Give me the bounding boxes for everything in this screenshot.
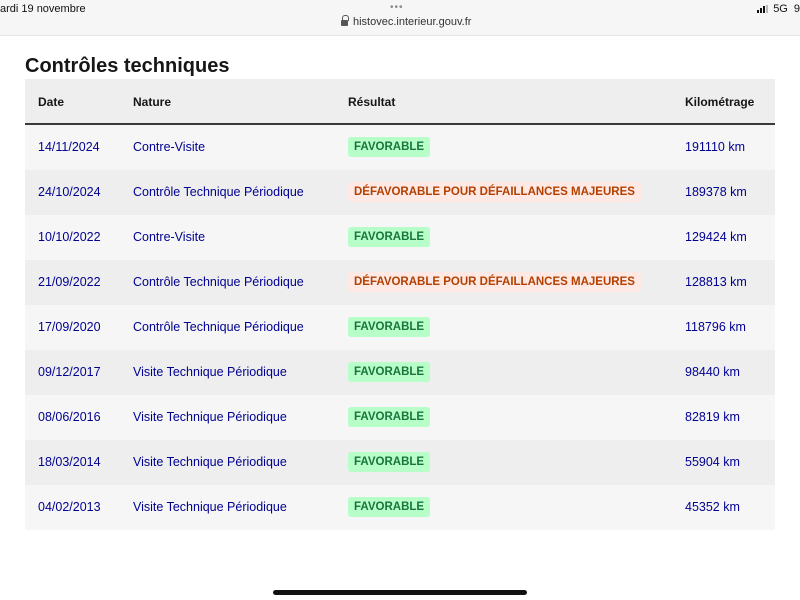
battery-level: 9 <box>793 3 800 15</box>
table-row: 14/11/2024 Contre-Visite FAVORABLE 191110 k… <box>25 125 775 170</box>
header-result: Résultat <box>348 95 396 109</box>
result-badge: FAVORABLE <box>348 452 431 472</box>
cell-date: 17/09/2020 <box>38 320 101 334</box>
network-label: 5G <box>773 3 788 15</box>
result-badge: FAVORABLE <box>348 407 431 427</box>
table-header: Date Nature Résultat Kilométrage <box>25 79 775 125</box>
table-row: 04/02/2013 Visite Technique Périodique FAV… <box>25 485 775 530</box>
lock-icon <box>341 15 349 26</box>
cell-nature: Contrôle Technique Périodique <box>133 185 304 199</box>
table-row: 18/03/2014 Visite Technique Périodique FAV… <box>25 440 775 485</box>
cell-date: 18/03/2014 <box>38 455 101 469</box>
result-badge: FAVORABLE <box>348 317 431 337</box>
cellular-signal-icon <box>757 5 769 13</box>
result-badge: DÉFAVORABLE POUR DÉFAILLANCES MAJEURES <box>348 182 641 202</box>
cell-date: 10/10/2022 <box>38 230 101 244</box>
cell-mileage: 189378 km <box>685 185 747 199</box>
address-bar[interactable]: histovec.interieur.gouv.fr <box>341 15 472 28</box>
table-body: 14/11/2024 Contre-Visite FAVORABLE 191110 k… <box>25 125 775 530</box>
cell-nature: Visite Technique Périodique <box>133 455 287 469</box>
status-indicators: 5G 9 <box>757 3 800 15</box>
result-badge: DÉFAVORABLE POUR DÉFAILLANCES MAJEURES <box>348 272 641 292</box>
ellipsis-icon[interactable]: ••• <box>390 2 404 13</box>
table-row: 08/06/2016 Visite Technique Périodique FAV… <box>25 395 775 440</box>
cell-date: 08/06/2016 <box>38 410 101 424</box>
cell-nature: Visite Technique Périodique <box>133 410 287 424</box>
browser-status-bar: ardi 19 novembre ••• histovec.interieur.… <box>0 0 800 36</box>
home-indicator[interactable] <box>273 590 527 595</box>
table-row: 09/12/2017 Visite Technique Périodique FAV… <box>25 350 775 395</box>
cell-mileage: 55904 km <box>685 455 740 469</box>
table-row: 24/10/2024 Contrôle Technique Périodique D… <box>25 170 775 215</box>
cell-mileage: 128813 km <box>685 275 747 289</box>
url-text: histovec.interieur.gouv.fr <box>353 16 472 28</box>
table-row: 10/10/2022 Contre-Visite FAVORABLE 129424 k… <box>25 215 775 260</box>
table-row: 21/09/2022 Contrôle Technique Périodique D… <box>25 260 775 305</box>
cell-nature: Visite Technique Périodique <box>133 365 287 379</box>
cell-date: 24/10/2024 <box>38 185 101 199</box>
cell-mileage: 118796 km <box>685 320 746 334</box>
result-badge: FAVORABLE <box>348 497 431 517</box>
header-km: Kilométrage <box>685 95 755 109</box>
cell-nature: Contre-Visite <box>133 230 206 244</box>
cell-mileage: 191110 km <box>685 140 745 154</box>
cell-date: 21/09/2022 <box>38 275 101 289</box>
result-badge: FAVORABLE <box>348 227 431 247</box>
cell-mileage: 129424 km <box>685 230 747 244</box>
page-title: Contrôles techniques <box>25 55 230 77</box>
cell-date: 09/12/2017 <box>38 365 101 379</box>
cell-date: 04/02/2013 <box>38 500 101 514</box>
cell-mileage: 45352 km <box>685 500 740 514</box>
result-badge: FAVORABLE <box>348 362 431 382</box>
result-badge: FAVORABLE <box>348 137 431 157</box>
header-nature: Nature <box>133 95 172 109</box>
cell-mileage: 98440 km <box>685 365 740 379</box>
cell-nature: Contre-Visite <box>133 140 206 154</box>
cell-nature: Contrôle Technique Périodique <box>133 320 304 334</box>
technical-controls-table: Date Nature Résultat Kilométrage 14/11/2… <box>25 79 775 530</box>
table-row: 17/09/2020 Contrôle Technique Périodique F… <box>25 305 775 350</box>
cell-date: 14/11/2024 <box>38 140 100 154</box>
cell-nature: Contrôle Technique Périodique <box>133 275 304 289</box>
cell-nature: Visite Technique Périodique <box>133 500 287 514</box>
header-date: Date <box>38 95 65 109</box>
cell-mileage: 82819 km <box>685 410 740 424</box>
status-date: ardi 19 novembre <box>0 3 86 15</box>
